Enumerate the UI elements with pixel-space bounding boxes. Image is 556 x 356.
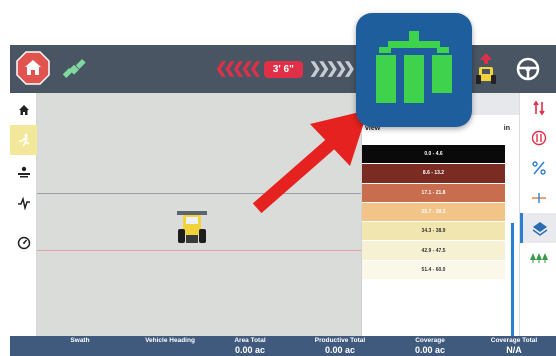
status-label: Coverage Total xyxy=(490,337,538,344)
implement-callout xyxy=(356,13,472,127)
speedometer-icon xyxy=(17,236,30,250)
status-label: Swath xyxy=(70,337,90,344)
trees-icon xyxy=(529,253,548,263)
panel-unit: in xyxy=(503,125,510,132)
sidebar-item-guidance[interactable] xyxy=(10,125,37,155)
steering-button[interactable] xyxy=(514,55,542,83)
legend-row: 0.0 - 4.6 xyxy=(362,145,505,165)
status-value: 0.00 ac xyxy=(414,345,446,355)
legend-row: 51.4 - 60.0 xyxy=(362,260,505,281)
status-vehicle-heading: Vehicle Heading xyxy=(125,337,215,345)
status-value: 0.00 ac xyxy=(234,345,266,355)
satellite-icon xyxy=(62,59,86,78)
status-coverage-total: Coverage Total N/A xyxy=(478,337,550,356)
tool-layers[interactable] xyxy=(520,213,556,243)
tool-guidance-lines[interactable] xyxy=(520,93,556,123)
right-toolbar xyxy=(519,93,556,336)
tractor-icon xyxy=(177,211,207,243)
implement-sections-icon xyxy=(376,31,452,103)
legend-row: 34.3 - 38.9 xyxy=(362,222,505,242)
legend-row: 42.9 - 47.5 xyxy=(362,241,505,261)
home-icon xyxy=(16,51,50,85)
steering-wheel-icon xyxy=(516,57,540,81)
status-coverage: Coverage 0.00 ac xyxy=(400,337,460,356)
running-icon xyxy=(18,133,29,147)
lightbar: ❮❮❮❮❮ 3' 6" ❯❯❯❯❯ xyxy=(215,60,356,78)
status-area-total: Area Total 0.00 ac xyxy=(220,337,280,356)
status-label: Productive Total xyxy=(314,337,366,344)
vehicle-button[interactable] xyxy=(470,51,502,87)
home-icon xyxy=(18,105,29,115)
tool-percent[interactable] xyxy=(520,153,556,183)
left-sidebar xyxy=(10,93,37,356)
cross-track-offset: 3' 6" xyxy=(263,60,303,78)
legend-row: 8.6 - 13.2 xyxy=(362,164,505,184)
sidebar-item-home[interactable] xyxy=(10,95,37,125)
gps-satellite-button[interactable] xyxy=(60,55,88,83)
left-chevrons: ❮❮❮❮❮ xyxy=(215,60,262,77)
status-label: Area Total xyxy=(234,337,266,344)
layers-icon xyxy=(532,222,548,236)
status-bar: Swath Vehicle Heading Area Total 0.00 ac… xyxy=(10,336,556,356)
coverage-legend: 0.0 - 4.6 8.6 - 13.2 17.1 - 21.8 25.7 - 30.… xyxy=(362,145,505,281)
legend-row: 25.7 - 30.3 xyxy=(362,202,505,223)
sidebar-item-level[interactable] xyxy=(10,157,37,187)
shift-icon xyxy=(531,193,546,203)
boundary-line xyxy=(37,250,361,251)
status-productive-total: Productive Total 0.00 ac xyxy=(300,337,380,356)
tool-shift[interactable] xyxy=(520,183,556,213)
tool-swap[interactable] xyxy=(520,123,556,153)
pulse-icon xyxy=(17,196,30,210)
home-button[interactable] xyxy=(16,51,50,85)
top-bar: ❮❮❮❮❮ 3' 6" ❯❯❯❯❯ xyxy=(10,45,556,93)
right-chevrons: ❯❯❯❯❯ xyxy=(308,60,356,77)
tractor-upload-icon xyxy=(476,53,496,84)
panel-scrollbar[interactable] xyxy=(511,223,514,336)
swap-icon xyxy=(531,130,546,146)
status-value: N/A xyxy=(506,345,522,355)
sidebar-item-speed[interactable] xyxy=(10,228,37,258)
level-icon xyxy=(17,166,30,178)
sidebar-item-diagnostics[interactable] xyxy=(10,188,37,218)
guidance-lines-icon xyxy=(532,100,545,116)
status-label: Vehicle Heading xyxy=(145,337,195,344)
status-label: Coverage xyxy=(415,337,445,344)
percent-icon xyxy=(531,161,546,175)
status-swath: Swath xyxy=(55,337,105,345)
coverage-panel: L view in 0.0 - 4.68.6 - 13.217.1 - 21.8… xyxy=(361,93,520,336)
legend-row: 17.1 - 21.8 xyxy=(362,183,505,203)
status-value: 0.00 ac xyxy=(324,345,356,355)
tool-trees[interactable] xyxy=(520,243,556,273)
